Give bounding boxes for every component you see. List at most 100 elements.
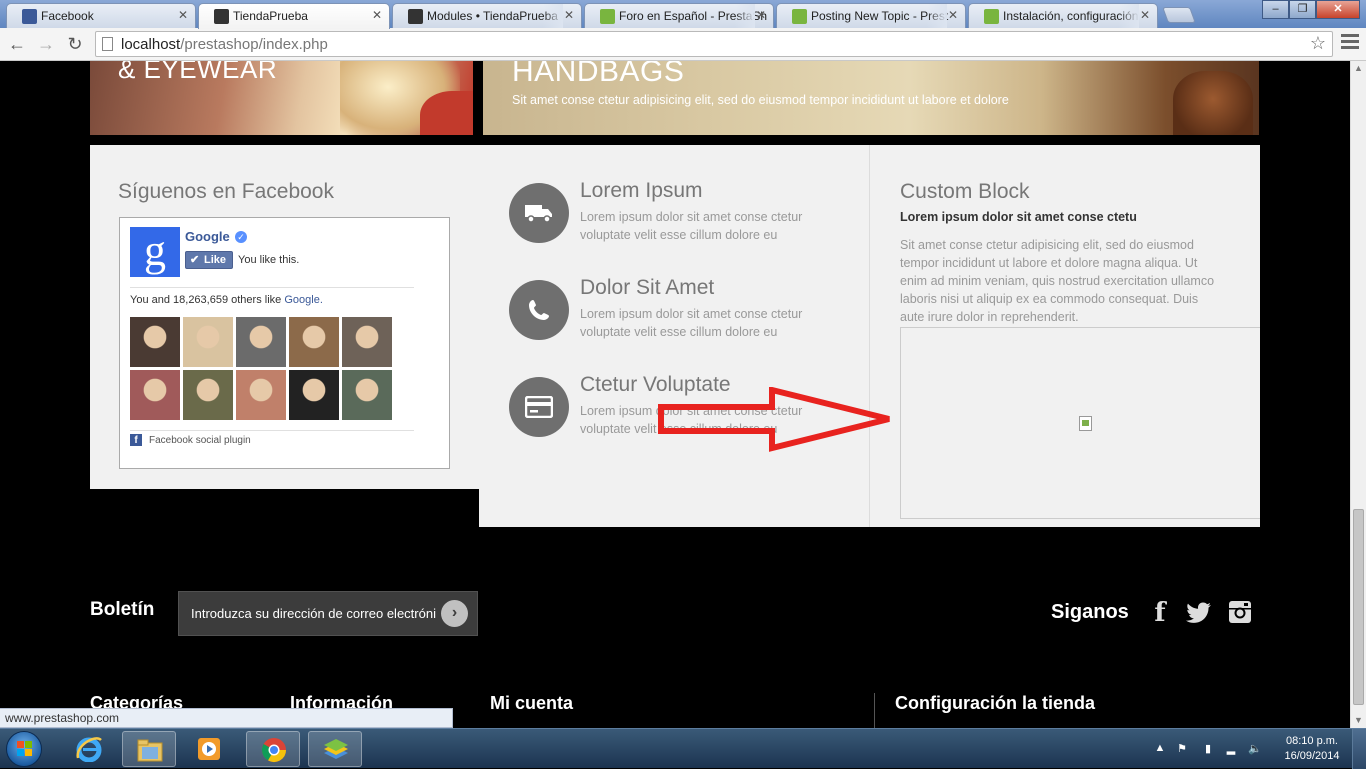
close-tab-icon[interactable]: ✕ [178, 8, 188, 22]
fb-fan-avatar[interactable] [342, 370, 392, 420]
chrome-menu-icon[interactable] [1341, 34, 1359, 52]
facebook-block-heading: Síguenos en Facebook [118, 180, 334, 203]
fb-fan-avatar[interactable] [236, 370, 286, 420]
media-player-icon [198, 738, 220, 760]
info-item-title: Dolor Sit Amet [580, 276, 715, 299]
banner-eyewear[interactable]: & EYEWEAR [90, 61, 473, 135]
prestashop-forum-favicon-icon [984, 9, 999, 24]
instagram-icon[interactable] [1227, 598, 1253, 626]
system-clock[interactable]: 08:10 p.m. 16/09/2014 [1276, 734, 1348, 764]
fb-like-count: You and 18,263,659 others like Google. [130, 294, 323, 306]
newsletter-email-input[interactable]: Introduzca su dirección de correo electr… [178, 591, 478, 636]
reload-icon[interactable]: ↻ [64, 33, 86, 55]
taskbar-explorer[interactable] [122, 731, 176, 767]
close-window-button[interactable]: ✕ [1316, 0, 1360, 19]
status-bar-url: www.prestashop.com [0, 708, 453, 728]
truck-icon [509, 183, 569, 243]
custom-block-subtitle: Lorem ipsum dolor sit amet conse ctetu [900, 210, 1137, 224]
volume-icon[interactable]: 🔈 [1248, 742, 1262, 756]
network-signal-icon[interactable]: ▂ [1224, 742, 1238, 756]
fb-fan-avatar[interactable] [130, 370, 180, 420]
forward-arrow-icon[interactable]: → [35, 33, 57, 55]
new-tab-button[interactable] [1162, 7, 1196, 23]
twitter-icon[interactable] [1186, 598, 1212, 626]
minimize-button[interactable]: – [1262, 0, 1289, 19]
facebook-block: Síguenos en Facebook g Google ✓ ✔ Like Yo… [90, 145, 479, 489]
url-text: localhost/prestashop/index.php [121, 36, 328, 53]
fb-you-like: You like this. [238, 254, 300, 266]
tab-foro[interactable]: Foro en Español - PrestaSh ✕ [584, 3, 774, 28]
prestashop-favicon-icon [214, 9, 229, 24]
tab-instalacion[interactable]: Instalación, configuración ✕ [968, 3, 1158, 28]
footer-heading-mi-cuenta[interactable]: Mi cuenta [490, 693, 573, 714]
fb-fan-avatar[interactable] [342, 317, 392, 367]
bookmark-star-icon[interactable]: ☆ [1310, 33, 1326, 54]
newsletter-submit-button[interactable]: › [441, 600, 468, 627]
taskbar-chrome[interactable] [246, 731, 300, 767]
google-logo-icon[interactable]: g [130, 227, 180, 277]
custom-block-image-frame [900, 327, 1260, 519]
start-button[interactable] [6, 731, 42, 767]
close-tab-icon[interactable]: ✕ [948, 8, 958, 22]
footer-heading-configuracion[interactable]: Configuración la tienda [895, 693, 1095, 714]
tab-tiendaprueba[interactable]: TiendaPrueba ✕ [198, 3, 390, 29]
show-hidden-icons-icon[interactable]: ▲ [1153, 742, 1167, 756]
close-tab-icon[interactable]: ✕ [372, 8, 382, 22]
action-center-flag-icon[interactable]: ⚑ [1175, 742, 1189, 756]
fb-like-button[interactable]: ✔ Like [185, 251, 233, 269]
banner-handbags[interactable]: HANDBAGS Sit amet conse ctetur adipisici… [483, 61, 1259, 135]
taskbar-media-player[interactable] [182, 731, 236, 767]
tab-title: TiendaPrueba [233, 9, 308, 23]
address-bar[interactable]: localhost/prestashop/index.php ☆ [95, 31, 1333, 57]
info-item: Ctetur Voluptate Lorem ipsum dolor sit a… [509, 373, 849, 447]
fb-fan-avatar[interactable] [183, 370, 233, 420]
taskbar-bluestacks[interactable] [308, 731, 362, 767]
back-arrow-icon[interactable]: ← [6, 33, 28, 55]
scroll-up-arrow-icon[interactable]: ▲ [1354, 63, 1363, 73]
close-tab-icon[interactable]: ✕ [564, 8, 574, 22]
scrollbar-thumb[interactable] [1353, 509, 1364, 705]
tab-modules[interactable]: Modules • TiendaPrueba ✕ [392, 3, 582, 28]
fb-social-plugin-link[interactable]: f Facebook social plugin [130, 434, 251, 446]
tab-title: Modules • TiendaPrueba [427, 9, 558, 23]
close-tab-icon[interactable]: ✕ [756, 8, 766, 22]
fb-fan-avatar[interactable] [289, 370, 339, 420]
show-desktop-button[interactable] [1352, 729, 1366, 769]
fb-fan-avatar[interactable] [183, 317, 233, 367]
page-scrollbar[interactable]: ▲ ▼ [1350, 61, 1366, 728]
internet-explorer-icon [76, 737, 102, 762]
info-item: Lorem Ipsum Lorem ipsum dolor sit amet c… [509, 179, 849, 253]
clock-date: 16/09/2014 [1284, 750, 1340, 762]
taskbar-internet-explorer[interactable] [62, 731, 116, 767]
fb-page-link[interactable]: Google. [284, 294, 323, 306]
banner-eyewear-title: & EYEWEAR [118, 61, 278, 84]
fb-fan-avatar[interactable] [130, 317, 180, 367]
custom-block-heading: Custom Block [900, 180, 1030, 203]
social-follow-label: Siganos [1051, 601, 1129, 623]
credit-card-icon [509, 377, 569, 437]
phone-icon [509, 280, 569, 340]
tab-posting[interactable]: Posting New Topic - Prest ✕ [776, 3, 966, 28]
info-item-text: Lorem ipsum dolor sit amet conse ctetur … [580, 210, 803, 242]
check-icon: ✔ [190, 254, 200, 266]
banner-handbags-title: HANDBAGS [512, 61, 685, 88]
tab-strip: Facebook ✕ TiendaPrueba ✕ Modules • Tien… [0, 0, 1366, 29]
facebook-favicon-icon [22, 9, 37, 24]
fb-fan-avatar[interactable] [289, 317, 339, 367]
facebook-icon[interactable]: f [1147, 598, 1173, 628]
banner-handbags-subtitle: Sit amet conse ctetur adipisicing elit, … [512, 93, 1009, 107]
close-tab-icon[interactable]: ✕ [1140, 8, 1150, 22]
maximize-button[interactable]: ❐ [1289, 0, 1316, 19]
battery-icon[interactable]: ▮ [1201, 742, 1215, 756]
fb-fan-avatar[interactable] [236, 317, 286, 367]
scroll-down-arrow-icon[interactable]: ▼ [1354, 715, 1363, 725]
info-item-title: Ctetur Voluptate [580, 373, 731, 396]
windows-logo-icon [17, 741, 33, 757]
info-block: Lorem Ipsum Lorem ipsum dolor sit amet c… [479, 145, 870, 527]
custom-block-paragraph: Sit amet conse ctetur adipisicing elit, … [900, 238, 1215, 324]
facebook-like-box: g Google ✓ ✔ Like You like this. You and … [119, 217, 450, 469]
fb-page-name[interactable]: Google [185, 229, 230, 244]
folder-icon [137, 739, 163, 762]
page-viewport: & EYEWEAR HANDBAGS Sit amet conse ctetur… [0, 61, 1350, 728]
tab-facebook[interactable]: Facebook ✕ [6, 3, 196, 28]
